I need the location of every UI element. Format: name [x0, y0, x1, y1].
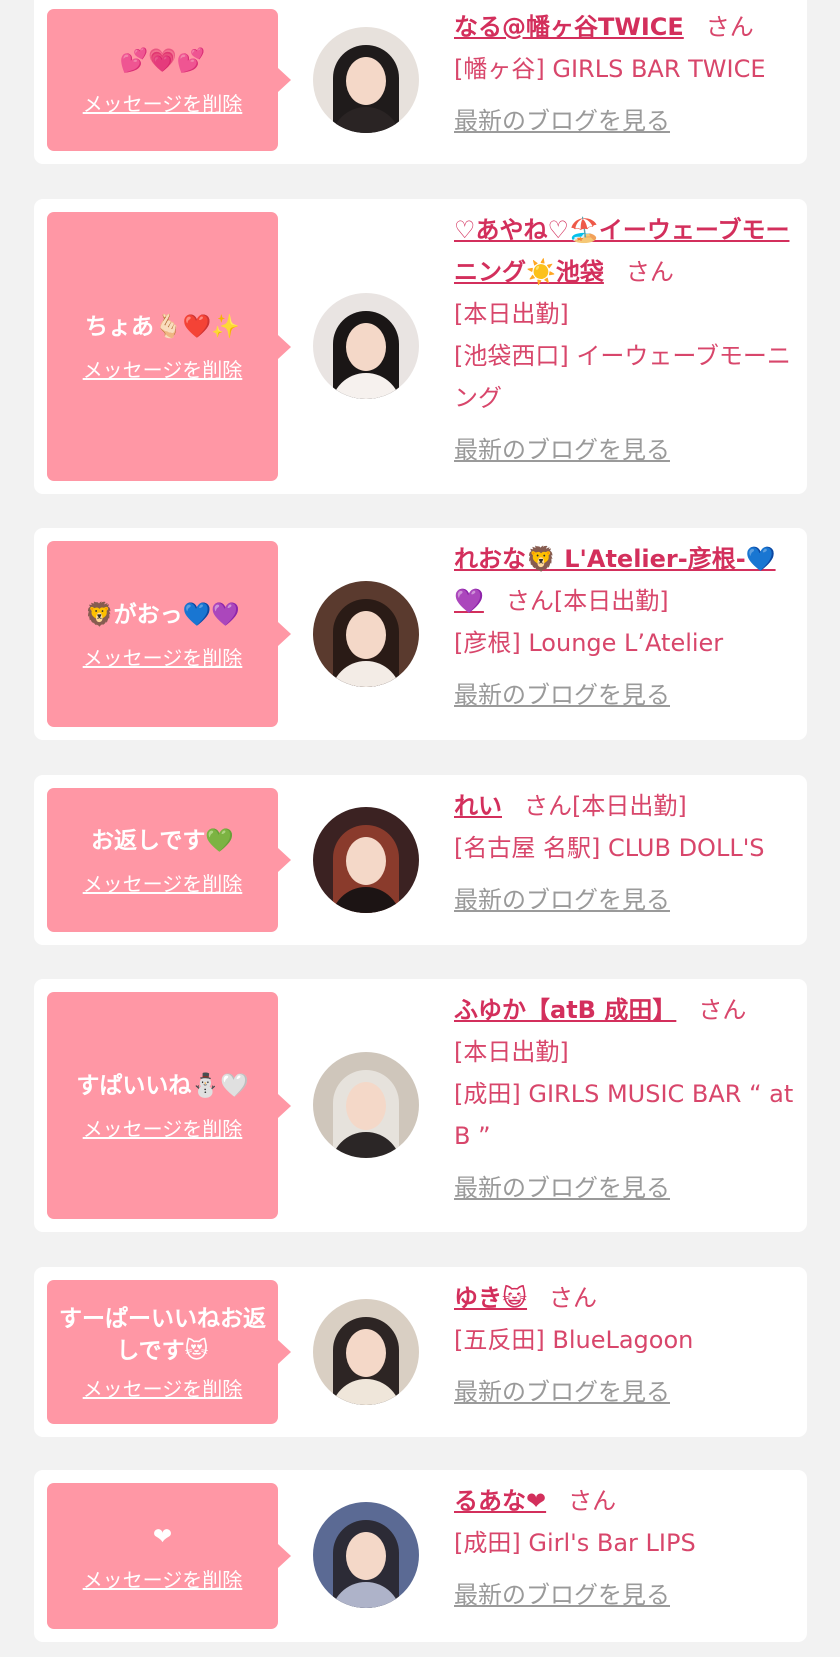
message-bubble: 💕💗💕 メッセージを削除	[47, 9, 291, 151]
honorific: さん	[625, 258, 674, 286]
name-line: なる@幡ヶ谷TWICE さん	[454, 6, 795, 48]
honorific: さん[本日出勤]	[505, 587, 669, 615]
message-text: すーぱーいいねお返しです😻	[59, 1305, 266, 1364]
name-line: れおな🦁 L'Atelier-彦根-💙💜 さん[本日出勤]	[454, 538, 795, 622]
honorific: さん	[705, 13, 754, 41]
list-item: ❤ メッセージを削除 るあな❤ さん [成田] Girl's Bar LIPS 最…	[34, 1470, 807, 1642]
delete-message-link[interactable]: メッセージを削除	[83, 642, 243, 671]
latest-blog-link[interactable]: 最新のブログを見る	[454, 674, 670, 716]
profile-info: るあな❤ さん [成田] Girl's Bar LIPS 最新のブログを見る	[454, 1480, 795, 1616]
shop-line: [幡ヶ谷] GIRLS BAR TWICE	[454, 55, 766, 83]
profile-info: ゆき😺 さん [五反田] BlueLagoon 最新のブログを見る	[454, 1277, 795, 1413]
profile-name-link[interactable]: なる@幡ヶ谷TWICE	[454, 13, 684, 41]
list-item: すーぱーいいねお返しです😻 メッセージを削除 ゆき😺 さん [五反田] BlueL…	[34, 1267, 807, 1437]
profile-info: ♡あやね♡🏖️イーウェーブモーニング☀️池袋 さん [本日出勤] [池袋西口] イ…	[454, 209, 795, 471]
list-item: すぱいいね⛄️🤍 メッセージを削除 ふゆか【atB 成田】 さん [本日出勤] […	[34, 979, 807, 1232]
shop-line: [成田] Girl's Bar LIPS	[454, 1529, 696, 1557]
message-list: 💕💗💕 メッセージを削除 なる@幡ヶ谷TWICE さん [幡ヶ谷] GIRLS B…	[0, 0, 840, 1657]
name-line: ふゆか【atB 成田】 さん	[454, 989, 795, 1031]
status-line: [本日出勤]	[454, 1038, 569, 1066]
latest-blog-link[interactable]: 最新のブログを見る	[454, 1574, 670, 1616]
shop-line: [名古屋 名駅] CLUB DOLL'S	[454, 834, 765, 862]
latest-blog-link[interactable]: 最新のブログを見る	[454, 429, 670, 471]
latest-blog-link[interactable]: 最新のブログを見る	[454, 879, 670, 921]
message-bubble: すーぱーいいねお返しです😻 メッセージを削除	[47, 1280, 291, 1424]
delete-message-link[interactable]: メッセージを削除	[83, 88, 243, 117]
avatar[interactable]	[313, 581, 419, 687]
avatar[interactable]	[313, 1052, 419, 1158]
message-text: ちょあ🫰🏻❤️✨	[85, 314, 240, 340]
delete-message-link[interactable]: メッセージを削除	[83, 1373, 243, 1402]
latest-blog-link[interactable]: 最新のブログを見る	[454, 100, 670, 142]
avatar-face	[346, 837, 386, 885]
honorific: さん	[568, 1487, 617, 1515]
list-item: ちょあ🫰🏻❤️✨ メッセージを削除 ♡あやね♡🏖️イーウェーブモーニング☀️池袋…	[34, 199, 807, 494]
latest-blog-link[interactable]: 最新のブログを見る	[454, 1167, 670, 1209]
profile-info: なる@幡ヶ谷TWICE さん [幡ヶ谷] GIRLS BAR TWICE 最新のブ…	[454, 6, 795, 142]
shop-line: [彦根] Lounge L’Atelier	[454, 629, 724, 657]
message-text: 💕💗💕	[119, 47, 206, 74]
avatar-face	[346, 323, 386, 371]
profile-info: ふゆか【atB 成田】 さん [本日出勤] [成田] GIRLS MUSIC BA…	[454, 989, 795, 1209]
name-line: ゆき😺 さん	[454, 1277, 795, 1319]
delete-message-link[interactable]: メッセージを削除	[83, 1564, 243, 1593]
avatar[interactable]	[313, 1299, 419, 1405]
list-item: 🦁がおっ💙💜 メッセージを削除 れおな🦁 L'Atelier-彦根-💙💜 さん[本…	[34, 528, 807, 740]
avatar[interactable]	[313, 27, 419, 133]
latest-blog-link[interactable]: 最新のブログを見る	[454, 1371, 670, 1413]
avatar-face	[346, 1329, 386, 1377]
profile-name-link[interactable]: ふゆか【atB 成田】	[454, 996, 676, 1024]
avatar[interactable]	[313, 807, 419, 913]
message-text: すぱいいね⛄️🤍	[76, 1073, 249, 1099]
message-bubble: 🦁がおっ💙💜 メッセージを削除	[47, 541, 291, 727]
message-text: お返しです💚	[91, 827, 234, 854]
message-text: ❤	[152, 1523, 173, 1550]
avatar-face	[346, 1082, 386, 1130]
honorific: さん	[698, 996, 747, 1024]
honorific: さん	[549, 1284, 598, 1312]
name-line: るあな❤ さん	[454, 1480, 795, 1522]
message-bubble: ❤ メッセージを削除	[47, 1483, 291, 1629]
honorific: さん[本日出勤]	[524, 792, 687, 820]
profile-name-link[interactable]: ♡あやね♡🏖️イーウェーブモーニング☀️池袋	[454, 216, 789, 286]
message-bubble: ちょあ🫰🏻❤️✨ メッセージを削除	[47, 212, 291, 481]
message-text: 🦁がおっ💙💜	[85, 601, 240, 628]
profile-name-link[interactable]: れい	[454, 792, 502, 820]
shop-line: [成田] GIRLS MUSIC BAR “ at B ”	[454, 1080, 794, 1150]
list-item: 💕💗💕 メッセージを削除 なる@幡ヶ谷TWICE さん [幡ヶ谷] GIRLS B…	[34, 0, 807, 164]
profile-info: れい さん[本日出勤] [名古屋 名駅] CLUB DOLL'S 最新のブログを見…	[454, 785, 795, 921]
status-line: [本日出勤]	[454, 300, 569, 328]
delete-message-link[interactable]: メッセージを削除	[83, 1113, 243, 1142]
profile-info: れおな🦁 L'Atelier-彦根-💙💜 さん[本日出勤] [彦根] Lounge…	[454, 538, 795, 716]
avatar[interactable]	[313, 1502, 419, 1608]
message-bubble: すぱいいね⛄️🤍 メッセージを削除	[47, 992, 291, 1219]
list-item: お返しです💚 メッセージを削除 れい さん[本日出勤] [名古屋 名駅] CLUB…	[34, 775, 807, 945]
avatar-face	[346, 611, 386, 659]
delete-message-link[interactable]: メッセージを削除	[83, 868, 243, 897]
avatar[interactable]	[313, 293, 419, 399]
name-line: れい さん[本日出勤]	[454, 785, 795, 827]
avatar-face	[346, 57, 386, 105]
shop-line: [五反田] BlueLagoon	[454, 1326, 694, 1354]
avatar-face	[346, 1532, 386, 1580]
message-bubble: お返しです💚 メッセージを削除	[47, 788, 291, 932]
profile-name-link[interactable]: ゆき😺	[454, 1284, 527, 1312]
delete-message-link[interactable]: メッセージを削除	[83, 354, 243, 383]
profile-name-link[interactable]: るあな❤	[454, 1487, 546, 1515]
name-line: ♡あやね♡🏖️イーウェーブモーニング☀️池袋 さん	[454, 209, 795, 293]
shop-line: [池袋西口] イーウェーブモーニング	[454, 342, 791, 412]
